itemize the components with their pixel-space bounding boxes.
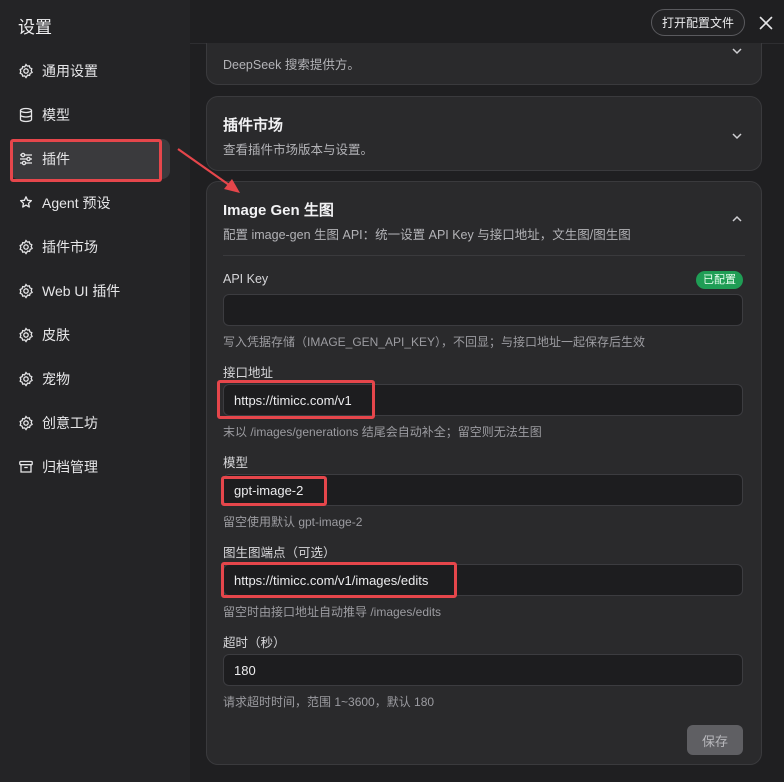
configured-badge: 已配置 [696, 271, 743, 289]
gear-icon [18, 327, 34, 343]
sidebar-item-label: Web UI 插件 [42, 283, 121, 299]
card-description: 查看插件市场版本与设置。 [223, 143, 374, 157]
gear-icon [18, 63, 34, 79]
edit-endpoint-hint: 留空时由接口地址自动推导 /images/edits [223, 605, 442, 619]
sidebar: 设置 通用设置 模型 插件 Agent 预设 插件市场 Web UI 插件 皮肤 [0, 0, 190, 782]
model-label: 模型 [223, 456, 249, 470]
sidebar-item-label: 插件 [42, 151, 70, 167]
edit-endpoint-field[interactable] [223, 564, 743, 596]
agent-icon [18, 195, 34, 211]
close-icon[interactable] [757, 14, 775, 32]
sidebar-item-label: Agent 预设 [42, 195, 111, 211]
sidebar-item-label: 通用设置 [42, 63, 98, 79]
edit-endpoint-label: 图生图端点（可选） [223, 546, 336, 560]
gear-icon [18, 239, 34, 255]
sidebar-item-models[interactable]: 模型 [10, 95, 170, 135]
chevron-down-icon[interactable] [731, 129, 743, 141]
sidebar-item-plugin-market[interactable]: 插件市场 [10, 227, 170, 267]
card-description: DeepSeek 搜索提供方。 [223, 58, 360, 72]
open-config-button[interactable]: 打开配置文件 [651, 9, 745, 36]
timeout-field[interactable] [223, 654, 743, 686]
endpoint-field[interactable] [223, 384, 743, 416]
sidebar-item-webui-plugins[interactable]: Web UI 插件 [10, 271, 170, 311]
sidebar-nav: 通用设置 模型 插件 Agent 预设 插件市场 Web UI 插件 皮肤 宠物… [10, 51, 170, 491]
gear-icon [18, 283, 34, 299]
sidebar-item-label: 创意工坊 [42, 415, 98, 431]
sidebar-item-workshop[interactable]: 创意工坊 [10, 403, 170, 443]
sidebar-item-agent-preset[interactable]: Agent 预设 [10, 183, 170, 223]
sidebar-item-skins[interactable]: 皮肤 [10, 315, 170, 355]
app-title: 设置 [18, 18, 52, 37]
gear-icon [18, 371, 34, 387]
card-description: 配置 image-gen 生图 API：统一设置 API Key 与接口地址，文… [223, 228, 631, 242]
gear-icon [18, 415, 34, 431]
archive-icon [18, 459, 34, 475]
sidebar-item-general[interactable]: 通用设置 [10, 51, 170, 91]
sidebar-item-label: 宠物 [42, 371, 70, 387]
sliders-icon [18, 151, 34, 167]
database-icon [18, 107, 34, 123]
model-field[interactable] [223, 474, 743, 506]
sidebar-item-label: 皮肤 [42, 327, 70, 343]
endpoint-hint: 末以 /images/generations 结尾会自动补全；留空则无法生图 [223, 425, 542, 439]
endpoint-label: 接口地址 [223, 366, 274, 380]
sidebar-item-pets[interactable]: 宠物 [10, 359, 170, 399]
image-gen-card: Image Gen 生图 配置 image-gen 生图 API：统一设置 AP… [206, 181, 762, 765]
sidebar-item-label: 插件市场 [42, 239, 98, 255]
timeout-hint: 请求超时时间，范围 1~3600，默认 180 [223, 695, 435, 709]
sidebar-item-archive[interactable]: 归档管理 [10, 447, 170, 487]
sidebar-item-label: 模型 [42, 107, 70, 123]
chevron-up-icon[interactable] [731, 212, 743, 224]
model-hint: 留空使用默认 gpt-image-2 [223, 515, 363, 529]
card-title: Image Gen 生图 [223, 202, 334, 219]
card-title: 插件市场 [223, 117, 284, 134]
section-divider [223, 255, 745, 256]
api-key-label: API Key [223, 272, 269, 286]
plugin-market-card[interactable]: 插件市场 查看插件市场版本与设置。 [206, 96, 762, 171]
chevron-down-icon[interactable] [731, 44, 743, 56]
timeout-label: 超时（秒） [223, 636, 286, 650]
sidebar-item-plugins[interactable]: 插件 [10, 139, 170, 179]
api-key-field[interactable] [223, 294, 743, 326]
api-key-hint: 写入凭据存储（IMAGE_GEN_API_KEY），不回显；与接口地址一起保存后… [223, 335, 646, 349]
sidebar-item-label: 归档管理 [42, 459, 98, 475]
save-button[interactable]: 保存 [687, 725, 743, 755]
